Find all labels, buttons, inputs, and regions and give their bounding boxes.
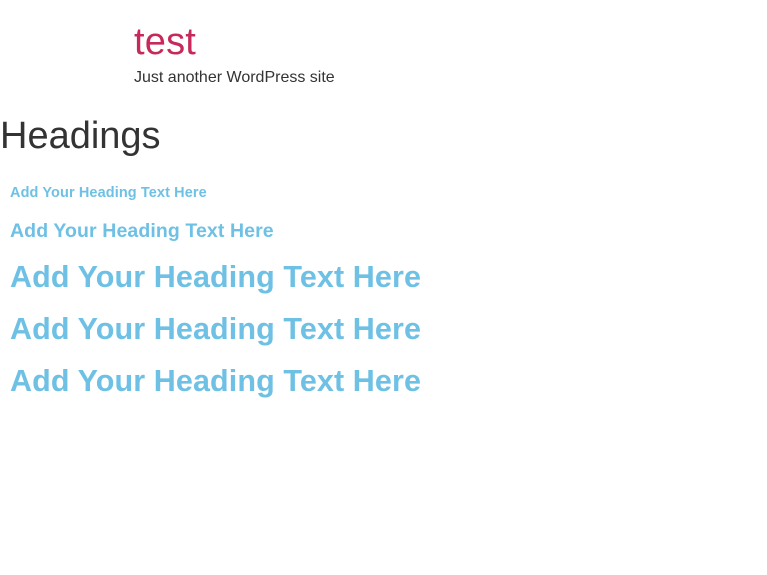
heading-medium: Add Your Heading Text Here	[10, 220, 274, 242]
heading-large: Add Your Heading Text Here	[10, 312, 422, 346]
site-header: test Just another WordPress site	[134, 20, 335, 90]
site-tagline: Just another WordPress site	[134, 69, 335, 86]
site-title-link[interactable]: test	[134, 20, 335, 64]
heading-large: Add Your Heading Text Here	[10, 364, 422, 398]
page-title: Headings	[0, 115, 161, 157]
heading-small: Add Your Heading Text Here	[10, 185, 207, 201]
heading-large: Add Your Heading Text Here	[10, 260, 422, 294]
